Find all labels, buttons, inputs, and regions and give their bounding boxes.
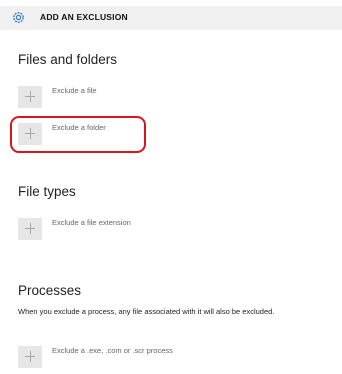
section-title-files-and-folders: Files and folders [18,52,118,67]
section-title-processes: Processes [18,283,82,298]
gear-icon [13,12,24,23]
plus-icon [18,346,42,368]
page-header: ADD AN EXCLUSION [0,6,342,30]
page-title: ADD AN EXCLUSION [40,12,128,22]
red-highlight-annotation [10,116,146,153]
exclude-process-label: Exclude a .exe, .com or .scr process [52,346,173,355]
processes-description: When you exclude a process, any file ass… [18,307,275,316]
exclude-file-label: Exclude a file [52,86,97,95]
plus-icon [18,86,42,108]
exclude-file-extension-label: Exclude a file extension [52,218,131,227]
plus-icon [18,218,42,240]
section-title-file-types: File types [18,184,76,199]
